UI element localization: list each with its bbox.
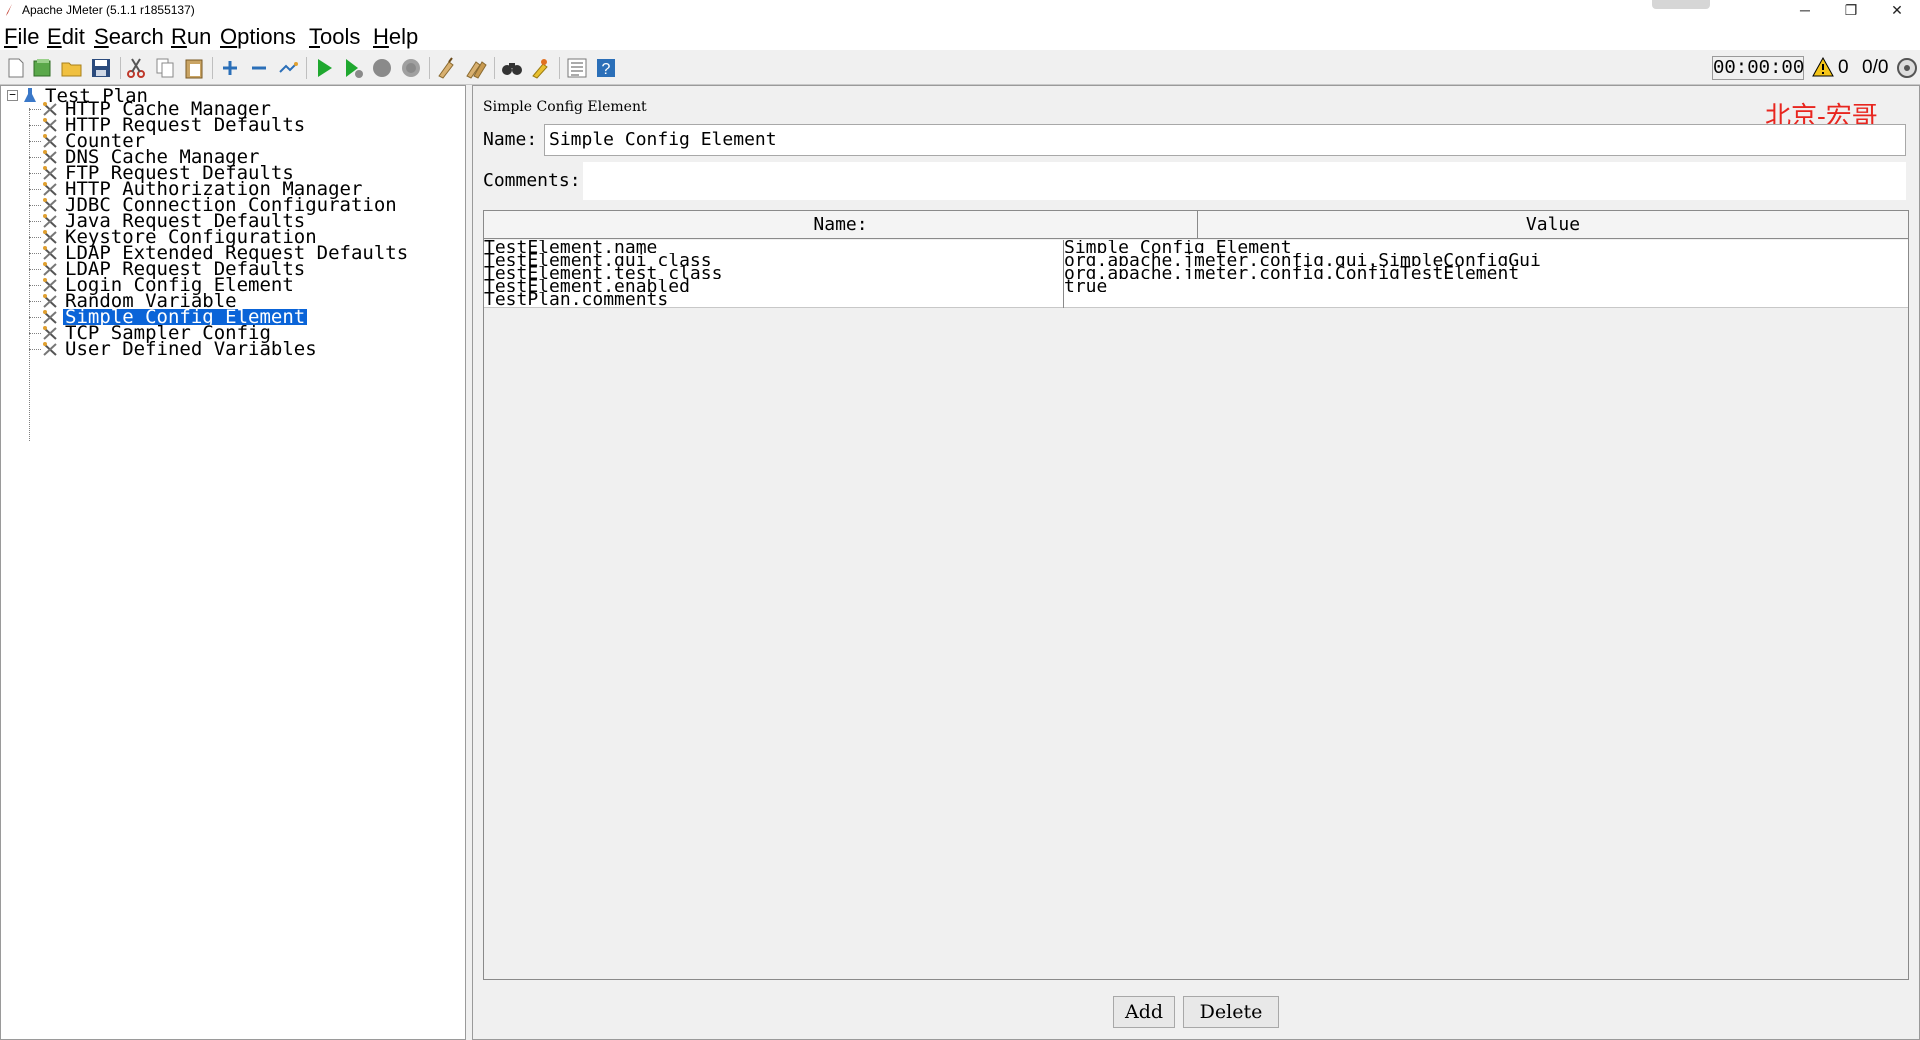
config-element-icon [43, 246, 57, 260]
config-element-icon [43, 294, 57, 308]
name-label: Name: [483, 129, 538, 150]
config-element-icon [43, 342, 57, 356]
config-element-icon [43, 198, 57, 212]
config-element-icon [43, 166, 57, 180]
menu-edit[interactable]: Edit [47, 24, 85, 50]
config-element-icon [43, 118, 57, 132]
config-element-panel: Simple Config Element 北京-宏哥 Name: Simple… [472, 85, 1920, 1040]
column-header-name[interactable]: Name: [484, 211, 1198, 239]
properties-table: Name: Value TestElement.name Simple Confi… [483, 210, 1909, 980]
table-row[interactable]: TestPlan.comments [484, 292, 1908, 308]
active-threads: 0/0 [1862, 57, 1889, 78]
collapse-toggle[interactable]: − [7, 89, 18, 101]
menu-help[interactable]: Help [373, 24, 418, 50]
help-icon[interactable]: ? [594, 56, 618, 80]
paste-icon[interactable] [182, 56, 206, 80]
shutdown-icon[interactable] [399, 56, 423, 80]
window-title: Apache JMeter (5.1.1 r1855137) [22, 3, 195, 17]
error-count: 0 [1838, 57, 1849, 78]
name-input[interactable]: Simple Config Element [544, 124, 1906, 156]
copy-icon[interactable] [153, 56, 177, 80]
menu-tools[interactable]: Tools [309, 24, 360, 50]
config-element-icon [43, 102, 57, 116]
config-element-icon [43, 230, 57, 244]
function-helper-icon[interactable] [565, 56, 589, 80]
config-element-icon [43, 262, 57, 276]
panel-title: Simple Config Element [483, 99, 647, 115]
property-name-cell[interactable]: TestPlan.comments [484, 292, 1064, 308]
templates-icon[interactable] [31, 56, 55, 80]
open-icon[interactable] [60, 56, 84, 80]
toggle-icon[interactable] [276, 56, 300, 80]
start-icon[interactable] [312, 56, 336, 80]
stop-icon[interactable] [370, 56, 394, 80]
tree-node-label: User Defined Variables [65, 338, 317, 360]
menu-search[interactable]: Search [94, 24, 164, 50]
new-icon[interactable] [4, 56, 28, 80]
toolbar: ? 00:00:00 0 0/0 [0, 51, 1920, 85]
window-drag-handle[interactable] [1652, 0, 1710, 9]
reset-search-icon[interactable] [529, 56, 553, 80]
remote-status-icon [1897, 58, 1917, 78]
svg-text:?: ? [602, 61, 611, 78]
config-element-icon [43, 326, 57, 340]
elapsed-timer: 00:00:00 [1712, 56, 1805, 80]
warning-icon[interactable] [1812, 57, 1834, 77]
minimize-button[interactable]: ─ [1782, 0, 1828, 22]
test-plan-tree[interactable]: − Test Plan HTTP Cache Manager HTTP Reque… [0, 85, 466, 1040]
clear-all-icon[interactable] [464, 56, 488, 80]
search-icon[interactable] [500, 56, 524, 80]
close-button[interactable]: ✕ [1874, 0, 1920, 22]
start-no-pauses-icon[interactable] [341, 56, 365, 80]
add-button[interactable]: Add [1113, 996, 1175, 1028]
restore-button[interactable]: ❐ [1828, 0, 1874, 22]
jmeter-feather-icon [6, 4, 12, 16]
menu-options[interactable]: Options [220, 24, 296, 50]
config-element-icon [43, 182, 57, 196]
expand-all-icon[interactable] [218, 56, 242, 80]
config-element-icon [43, 214, 57, 228]
comments-label: Comments: [483, 170, 581, 191]
test-plan-icon [24, 88, 36, 102]
config-element-icon [43, 134, 57, 148]
menu-bar: File Edit Search Run Options Tools Help [0, 22, 1920, 50]
menu-run[interactable]: Run [171, 24, 211, 50]
column-header-value[interactable]: Value [1198, 211, 1908, 239]
menu-file[interactable]: File [4, 24, 39, 50]
cut-icon[interactable] [124, 56, 148, 80]
config-element-icon [43, 278, 57, 292]
comments-input[interactable] [583, 162, 1906, 200]
property-value-cell[interactable] [1064, 292, 1908, 308]
config-element-icon [43, 150, 57, 164]
config-element-icon [43, 310, 57, 324]
title-bar: Apache JMeter (5.1.1 r1855137) ─ ❐ ✕ [0, 0, 1920, 22]
save-icon[interactable] [89, 56, 113, 80]
delete-button[interactable]: Delete [1183, 996, 1279, 1028]
clear-icon[interactable] [435, 56, 459, 80]
collapse-all-icon[interactable] [247, 56, 271, 80]
